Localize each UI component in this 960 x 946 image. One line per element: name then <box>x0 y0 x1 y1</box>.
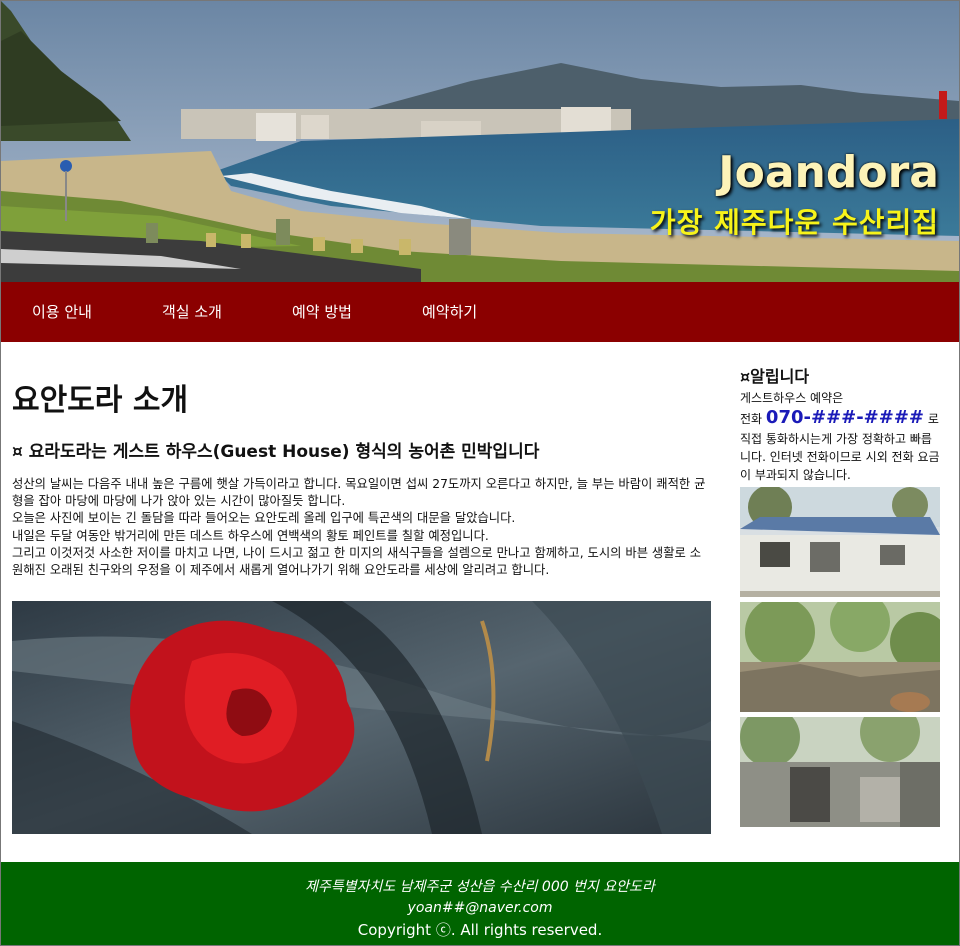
page-title: 요안도라 소개 <box>12 383 189 418</box>
main-nav: 이용 안내 객실 소개 예약 방법 예약하기 <box>1 282 959 342</box>
intro-paragraph: 그리고 이것저것 사소한 저이를 마치고 나면, 나이 드시고 젊고 한 미지의… <box>12 545 702 578</box>
phone-suffix: 로 <box>927 412 939 426</box>
notice-note: 직접 통화하시는게 가장 정확하고 빠릅니다. 인터넷 전화이므로 시외 전화 … <box>740 432 940 482</box>
page-frame: Joandora 가장 제주다운 수산리집 이용 안내 객실 소개 예약 방법 … <box>0 0 960 946</box>
footer: 제주특별자치도 남제주군 성산읍 수산리 000 번지 요안도라 yoan##@… <box>1 862 959 945</box>
nav-item-usage-guide[interactable]: 이용 안내 <box>32 282 92 342</box>
brand-subtitle: 가장 제주다운 수산리집 <box>649 206 939 239</box>
garden-photo <box>740 602 940 712</box>
main-content: 요안도라 소개 ¤ 요라도라는 게스트 하우스(Guest House) 형식의… <box>12 361 712 834</box>
guesthouse-photo <box>740 487 940 597</box>
notice-title: ¤알립니다 <box>740 367 810 386</box>
footer-address: 제주특별자치도 남제주군 성산읍 수산리 000 번지 요안도라 <box>305 879 655 895</box>
intro-text: 성산의 날씨는 다음주 내내 높은 구름에 햇살 가득이라고 합니다. 목요일이… <box>12 476 712 579</box>
nav-item-book-now[interactable]: 예약하기 <box>422 282 477 342</box>
header-banner: Joandora 가장 제주다운 수산리집 <box>1 1 959 282</box>
notice-sidebar: ¤알립니다 게스트하우스 예약은 전화 070-###-#### 로 직접 통화… <box>740 363 942 832</box>
gate-photo <box>740 717 940 827</box>
nav-item-reservation-method[interactable]: 예약 방법 <box>292 282 352 342</box>
intro-paragraph: 내일은 두달 여동안 밖거리에 만든 데스트 하우스에 연백색의 황토 페인트를… <box>12 528 489 543</box>
phone-prefix: 전화 <box>740 412 763 426</box>
phone-line: 전화 070-###-#### 로 <box>740 409 942 428</box>
footer-email[interactable]: yoan##@naver.com <box>1 900 959 916</box>
intro-paragraph: 성산의 날씨는 다음주 내내 높은 구름에 햇살 가득이라고 합니다. 목요일이… <box>12 477 706 509</box>
brand-title: Joandora <box>718 147 939 198</box>
footer-copyright: Copyright ⓒ. All rights reserved. <box>357 921 603 939</box>
nav-item-rooms[interactable]: 객실 소개 <box>162 282 222 342</box>
section-subtitle: ¤ 요라도라는 게스트 하우스(Guest House) 형식의 농어촌 민박입… <box>12 442 540 462</box>
phone-number[interactable]: 070-###-#### <box>766 407 924 428</box>
camellia-photo <box>12 601 711 834</box>
notice-intro: 게스트하우스 예약은 <box>740 391 844 405</box>
intro-paragraph: 오늘은 사진에 보이는 긴 돌담을 따라 들어오는 요안도레 올레 입구에 특곤… <box>12 511 516 526</box>
